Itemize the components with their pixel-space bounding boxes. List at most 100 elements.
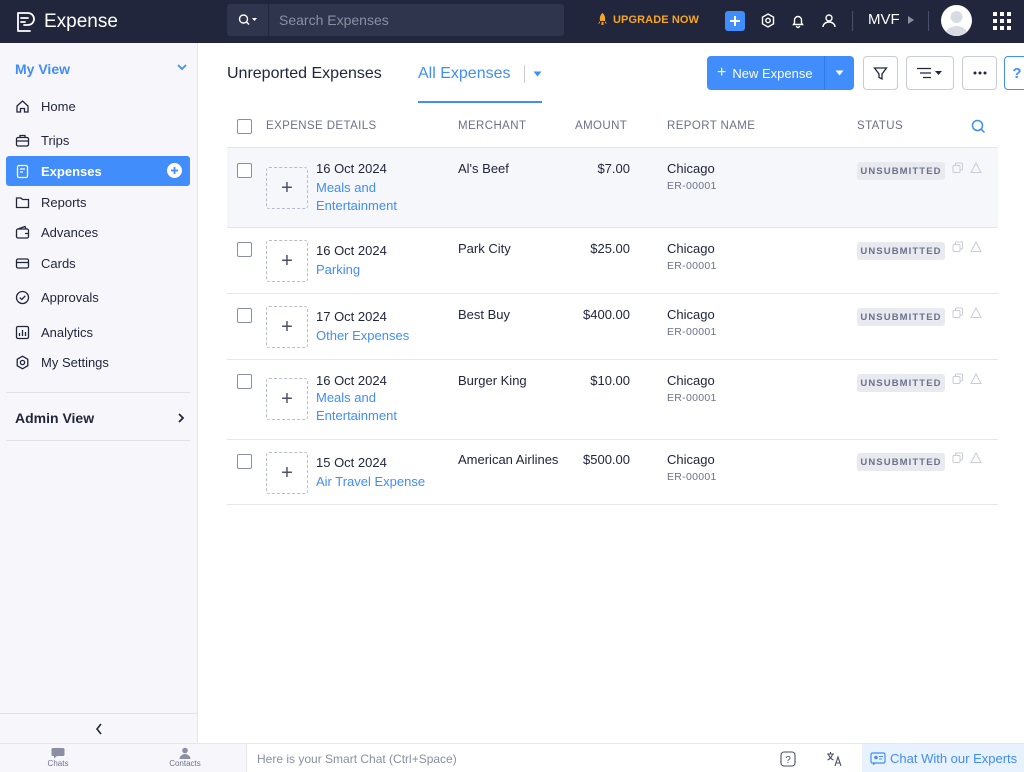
policy-warning-icon[interactable] bbox=[970, 162, 982, 174]
contacts-button[interactable]: Contacts bbox=[155, 747, 215, 768]
help-button[interactable]: ? bbox=[1004, 56, 1024, 90]
chats-button[interactable]: Chats bbox=[28, 747, 88, 768]
row-checkbox[interactable] bbox=[237, 454, 252, 469]
folder-icon bbox=[14, 194, 30, 210]
avatar[interactable] bbox=[941, 5, 972, 36]
table-row[interactable]: + 17 Oct 2024 Other Expenses Best Buy $4… bbox=[227, 294, 998, 360]
filter-button[interactable] bbox=[863, 56, 898, 90]
amount: $500.00 bbox=[583, 452, 630, 467]
column-header-expense-details[interactable]: EXPENSE DETAILS bbox=[266, 120, 377, 132]
more-options-button[interactable] bbox=[962, 56, 997, 90]
column-header-merchant[interactable]: MERCHANT bbox=[458, 120, 526, 132]
notifications-button[interactable] bbox=[787, 10, 809, 32]
quick-create-button[interactable] bbox=[725, 11, 745, 31]
sidebar-item-trips[interactable]: Trips bbox=[6, 125, 190, 155]
users-button[interactable] bbox=[818, 10, 840, 32]
attach-receipt-button[interactable]: + bbox=[266, 167, 308, 209]
top-bar: Expense UPGRADE NOW bbox=[0, 0, 1024, 43]
sidebar-item-cards[interactable]: Cards bbox=[6, 248, 190, 278]
select-all-checkbox[interactable] bbox=[237, 119, 252, 134]
org-name: MVF bbox=[868, 11, 900, 28]
sidebar-item-approvals[interactable]: Approvals bbox=[6, 282, 190, 312]
tab-all-expenses[interactable]: All Expenses bbox=[418, 65, 511, 83]
translate-icon[interactable] bbox=[826, 751, 843, 767]
smart-chat-input[interactable]: Here is your Smart Chat (Ctrl+Space) bbox=[257, 752, 457, 766]
expense-date: 15 Oct 2024 bbox=[316, 455, 387, 470]
org-switcher[interactable]: MVF bbox=[868, 11, 914, 28]
report-name[interactable]: Chicago bbox=[667, 373, 715, 388]
policy-warning-icon[interactable] bbox=[970, 452, 982, 464]
policy-warning-icon[interactable] bbox=[970, 241, 982, 253]
attach-receipt-button[interactable]: + bbox=[266, 378, 308, 420]
copy-icon[interactable] bbox=[952, 373, 964, 385]
sidebar-item-reports[interactable]: Reports bbox=[6, 187, 190, 217]
new-expense-main[interactable]: + New Expense bbox=[707, 65, 824, 81]
report-name[interactable]: Chicago bbox=[667, 161, 715, 176]
apps-grid-icon[interactable] bbox=[993, 12, 1011, 30]
expense-date: 17 Oct 2024 bbox=[316, 309, 387, 324]
row-checkbox[interactable] bbox=[237, 242, 252, 257]
merchant: Burger King bbox=[458, 373, 527, 388]
expense-category[interactable]: Meals and Entertainment bbox=[316, 389, 426, 425]
chevron-down-icon[interactable] bbox=[177, 63, 187, 71]
expense-category[interactable]: Parking bbox=[316, 261, 426, 279]
chevron-right-icon[interactable] bbox=[177, 413, 185, 423]
search-scope-dropdown[interactable] bbox=[227, 4, 269, 36]
report-name[interactable]: Chicago bbox=[667, 241, 715, 256]
table-row[interactable]: + 16 Oct 2024 Parking Park City $25.00 C… bbox=[227, 228, 998, 294]
suitcase-icon bbox=[14, 132, 30, 148]
sidebar-item-home[interactable]: Home bbox=[6, 91, 190, 121]
upgrade-now-link[interactable]: UPGRADE NOW bbox=[597, 13, 699, 26]
attach-receipt-button[interactable]: + bbox=[266, 240, 308, 282]
expense-category[interactable]: Other Expenses bbox=[316, 327, 426, 345]
policy-warning-icon[interactable] bbox=[970, 307, 982, 319]
search-icon[interactable] bbox=[971, 119, 986, 134]
copy-icon[interactable] bbox=[952, 241, 964, 253]
copy-icon[interactable] bbox=[952, 452, 964, 464]
brand[interactable]: Expense bbox=[0, 0, 198, 43]
divider bbox=[852, 11, 853, 31]
table-row[interactable]: + 15 Oct 2024 Air Travel Expense America… bbox=[227, 440, 998, 505]
column-header-amount[interactable]: AMOUNT bbox=[575, 120, 627, 132]
copy-icon[interactable] bbox=[952, 307, 964, 319]
tab-unreported-expenses[interactable]: Unreported Expenses bbox=[227, 65, 382, 83]
status-badge: UNSUBMITTED bbox=[857, 308, 945, 326]
sidebar-item-advances[interactable]: Advances bbox=[6, 217, 190, 247]
attach-receipt-button[interactable]: + bbox=[266, 306, 308, 348]
settings-button[interactable] bbox=[757, 10, 779, 32]
report-name[interactable]: Chicago bbox=[667, 307, 715, 322]
expense-category[interactable]: Meals and Entertainment bbox=[316, 179, 426, 215]
view-dropdown[interactable] bbox=[524, 65, 542, 83]
help-icon[interactable]: ? bbox=[780, 751, 796, 767]
column-header-report-name[interactable]: REPORT NAME bbox=[667, 120, 755, 132]
copy-icon[interactable] bbox=[952, 162, 964, 174]
chat-with-experts-button[interactable]: Chat With our Experts bbox=[862, 744, 1024, 772]
filter-icon bbox=[873, 66, 888, 80]
plus-icon bbox=[730, 16, 740, 26]
admin-view-label[interactable]: Admin View bbox=[15, 410, 94, 426]
sidebar-item-analytics[interactable]: Analytics bbox=[6, 317, 190, 347]
sidebar-item-label: Expenses bbox=[41, 163, 102, 179]
table-row[interactable]: + 16 Oct 2024 Meals and Entertainment Al… bbox=[227, 148, 998, 228]
attach-receipt-button[interactable]: + bbox=[266, 452, 308, 494]
table-row[interactable]: + 16 Oct 2024 Meals and Entertainment Bu… bbox=[227, 360, 998, 440]
column-header-status[interactable]: STATUS bbox=[857, 120, 903, 132]
report-id: ER-00001 bbox=[667, 260, 717, 272]
row-checkbox[interactable] bbox=[237, 374, 252, 389]
collapse-sidebar-button[interactable] bbox=[0, 713, 197, 743]
policy-warning-icon[interactable] bbox=[970, 373, 982, 385]
add-expense-icon[interactable] bbox=[167, 163, 182, 178]
search-bar[interactable] bbox=[227, 4, 564, 36]
report-name[interactable]: Chicago bbox=[667, 452, 715, 467]
sidebar-item-expenses[interactable]: Expenses bbox=[6, 156, 190, 186]
expense-category[interactable]: Air Travel Expense bbox=[316, 473, 446, 491]
sidebar-item-my-settings[interactable]: My Settings bbox=[6, 347, 190, 377]
search-input[interactable] bbox=[269, 4, 564, 36]
my-view-label[interactable]: My View bbox=[15, 61, 70, 77]
new-expense-dropdown[interactable] bbox=[824, 56, 854, 90]
list-view-button[interactable] bbox=[906, 56, 954, 90]
new-expense-button[interactable]: + New Expense bbox=[707, 56, 854, 90]
upgrade-label: UPGRADE NOW bbox=[613, 13, 700, 26]
row-checkbox[interactable] bbox=[237, 308, 252, 323]
row-checkbox[interactable] bbox=[237, 163, 252, 178]
